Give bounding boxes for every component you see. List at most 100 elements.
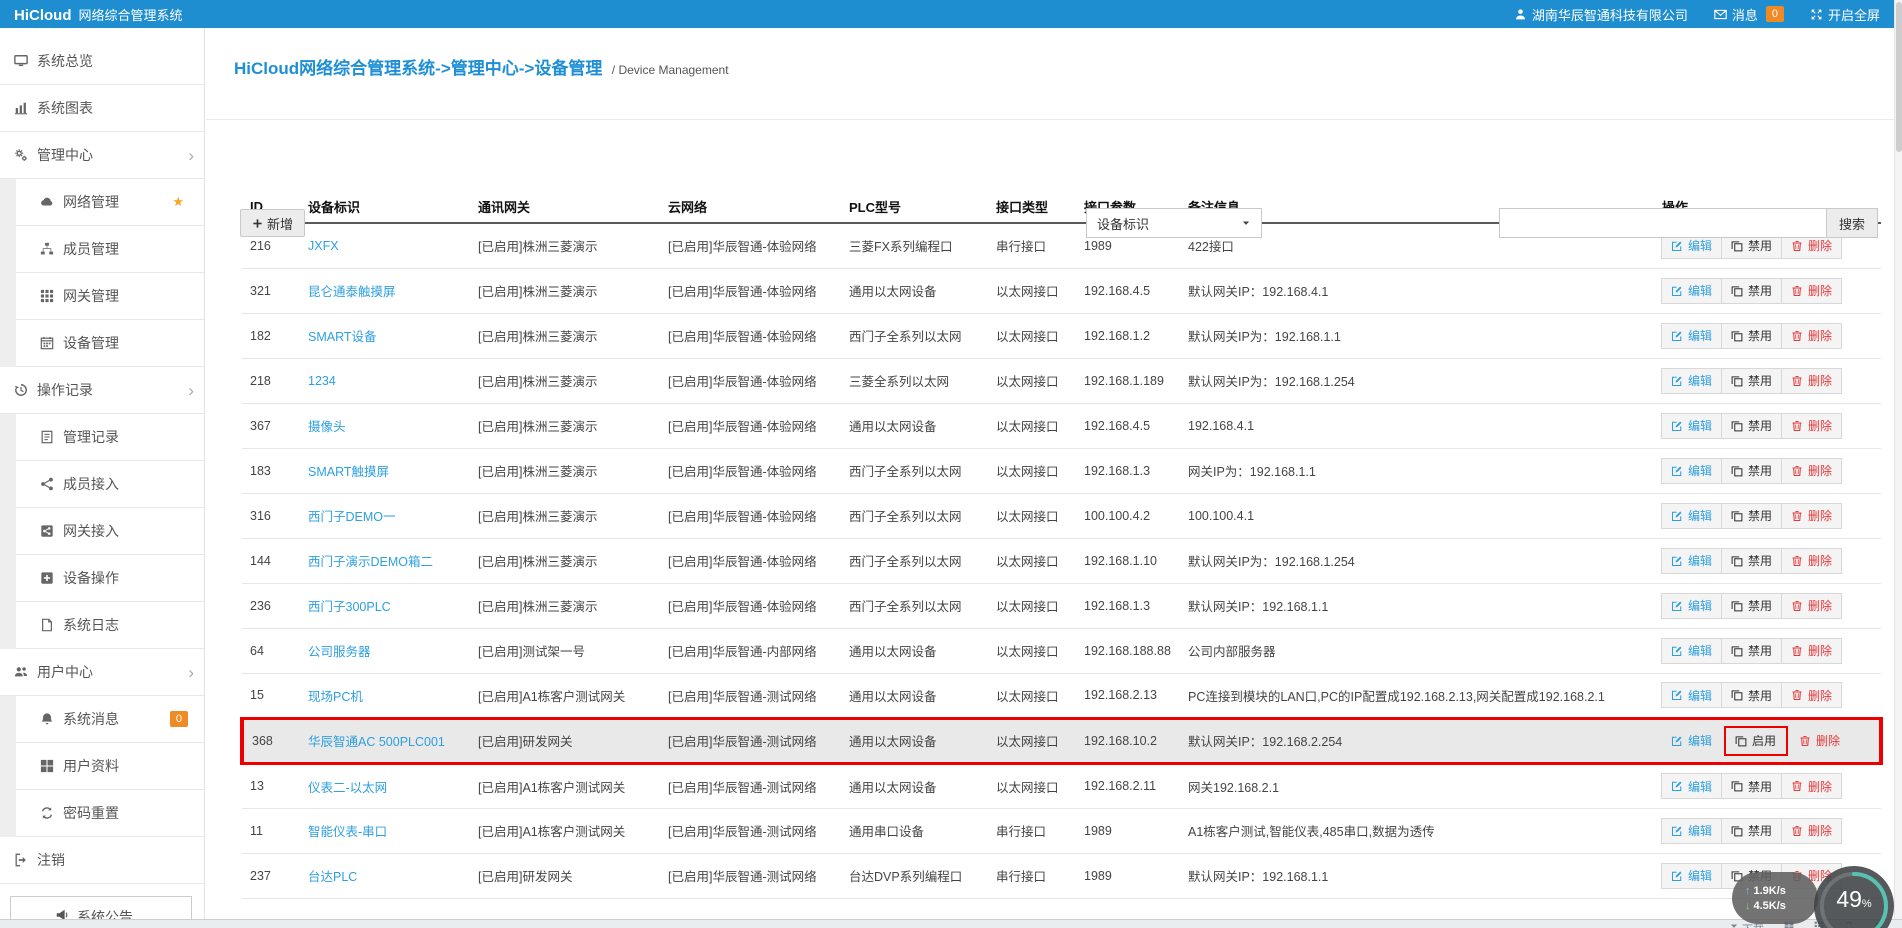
disable-button[interactable]: 禁用 — [1721, 773, 1782, 799]
sidebar-item-admin-center[interactable]: 管理中心› — [0, 132, 204, 179]
cell-cloud-network: [已启用]华辰智通-测试网络 — [660, 673, 841, 718]
sidebar-item-device-ops[interactable]: 设备操作 — [16, 555, 204, 602]
sidebar-item-device-mgmt[interactable]: 设备管理 — [16, 320, 204, 367]
messages-menu[interactable]: 消息 0 — [1714, 5, 1784, 24]
download-manager-item[interactable]: 下载 — [1729, 921, 1764, 928]
edit-button[interactable]: 编辑 — [1661, 548, 1722, 574]
sidebar-item-logout[interactable]: 注销 — [0, 837, 204, 884]
scrollbar-thumb[interactable] — [1896, 2, 1902, 152]
sidebar-item-system-logs[interactable]: 系统日志 — [16, 602, 204, 649]
cell-plc-model: 西门子全系列以太网 — [841, 448, 988, 493]
sidebar-menu: 系统总览系统图表管理中心›网络管理★成员管理网关管理设备管理操作记录›管理记录成… — [0, 28, 204, 884]
app-logo[interactable]: HiCloud 网络综合管理系统 — [14, 5, 183, 24]
delete-button[interactable]: 删除 — [1781, 682, 1842, 708]
sidebar-item-password-reset[interactable]: 密码重置 — [16, 790, 204, 837]
disable-button[interactable]: 禁用 — [1721, 503, 1782, 529]
edit-button[interactable]: 编辑 — [1661, 863, 1722, 889]
delete-button[interactable]: 删除 — [1781, 368, 1842, 394]
disable-button[interactable]: 禁用 — [1721, 458, 1782, 484]
device-name-link[interactable]: 西门子DEMO一 — [308, 510, 396, 524]
grid-tool-icon[interactable] — [1784, 921, 1794, 928]
vertical-scrollbar[interactable] — [1894, 0, 1902, 919]
delete-button[interactable]: 删除 — [1781, 323, 1842, 349]
device-name-link[interactable]: 西门子演示DEMO箱二 — [308, 555, 433, 569]
delete-button[interactable]: 删除 — [1781, 638, 1842, 664]
device-name-link[interactable]: 公司服务器 — [308, 645, 371, 659]
delete-button[interactable]: 删除 — [1781, 818, 1842, 844]
delete-button[interactable]: 删除 — [1781, 413, 1842, 439]
device-name-link[interactable]: 摄像头 — [308, 420, 346, 434]
sidebar-item-user-center[interactable]: 用户中心› — [0, 649, 204, 696]
edit-button[interactable]: 编辑 — [1661, 593, 1722, 619]
delete-button[interactable]: 删除 — [1781, 548, 1842, 574]
grid-icon — [40, 289, 54, 303]
enable-button[interactable]: 启用 — [1726, 728, 1785, 754]
disable-button[interactable]: 禁用 — [1721, 818, 1782, 844]
sidebar-item-gateway-access[interactable]: 网关接入 — [16, 508, 204, 555]
edit-button[interactable]: 编辑 — [1661, 458, 1722, 484]
device-name-link[interactable]: 1234 — [308, 374, 336, 388]
device-name-link[interactable]: 昆仑通泰触摸屏 — [308, 285, 396, 299]
delete-button[interactable]: 删除 — [1781, 593, 1842, 619]
device-name-link[interactable]: SMART触摸屏 — [308, 465, 389, 479]
delete-button[interactable]: 删除 — [1781, 458, 1842, 484]
disable-button[interactable]: 禁用 — [1721, 323, 1782, 349]
sidebar-item-label: 系统总览 — [37, 51, 93, 71]
device-name-link[interactable]: 现场PC机 — [308, 690, 363, 704]
device-name-link[interactable]: 台达PLC — [308, 870, 357, 884]
edit-button[interactable]: 编辑 — [1661, 503, 1722, 529]
disable-button[interactable]: 禁用 — [1721, 682, 1782, 708]
edit-button[interactable]: 编辑 — [1661, 773, 1722, 799]
edit-icon — [1671, 870, 1683, 882]
sidebar-item-admin-records[interactable]: 管理记录 — [16, 414, 204, 461]
delete-button[interactable]: 删除 — [1781, 278, 1842, 304]
edit-button[interactable]: 编辑 — [1661, 682, 1722, 708]
device-name-link[interactable]: SMART设备 — [308, 330, 377, 344]
sidebar-item-op-records[interactable]: 操作记录› — [0, 367, 204, 414]
add-device-button[interactable]: 新增 — [240, 209, 305, 237]
delete-button[interactable]: 删除 — [1781, 773, 1842, 799]
disable-button[interactable]: 禁用 — [1721, 593, 1782, 619]
progress-circle-widget[interactable]: 49 % — [1814, 866, 1894, 928]
disable-button[interactable]: 禁用 — [1721, 368, 1782, 394]
device-filter-select[interactable]: 设备标识 — [1086, 208, 1262, 238]
sidebar-item-network-mgmt[interactable]: 网络管理★ — [16, 179, 204, 226]
edit-button[interactable]: 编辑 — [1661, 413, 1722, 439]
cell-interface-param: 192.168.4.5 — [1076, 403, 1180, 448]
disable-button[interactable]: 禁用 — [1721, 548, 1782, 574]
sidebar-item-user-profile[interactable]: 用户资料 — [16, 743, 204, 790]
delete-button[interactable]: 删除 — [1781, 503, 1842, 529]
delete-button[interactable]: 删除 — [1789, 728, 1850, 754]
company-menu[interactable]: 湖南华辰智通科技有限公司 — [1514, 5, 1688, 24]
search-button[interactable]: 搜索 — [1826, 208, 1878, 238]
device-name-link[interactable]: 智能仪表-串口 — [308, 825, 387, 839]
sidebar-item-label: 成员接入 — [63, 474, 119, 494]
disable-button[interactable]: 禁用 — [1721, 863, 1782, 889]
sidebar-item-system-messages[interactable]: 系统消息0 — [16, 696, 204, 743]
device-name-link[interactable]: JXFX — [308, 239, 339, 253]
sidebar-item-member-access[interactable]: 成员接入 — [16, 461, 204, 508]
edit-button[interactable]: 编辑 — [1661, 818, 1722, 844]
edit-button[interactable]: 编辑 — [1661, 638, 1722, 664]
users-icon — [14, 665, 28, 679]
cell-cloud-network: [已启用]华辰智通-体验网络 — [660, 538, 841, 583]
fullscreen-toggle[interactable]: 开启全屏 — [1810, 5, 1880, 24]
device-name-link[interactable]: 西门子300PLC — [308, 600, 391, 614]
device-name-link[interactable]: 华辰智通AC 500PLC001 — [308, 735, 445, 749]
cell-actions: 编辑禁用删除 — [1654, 313, 1881, 358]
sidebar-item-member-mgmt[interactable]: 成员管理 — [16, 226, 204, 273]
edit-button[interactable]: 编辑 — [1661, 323, 1722, 349]
device-name-link[interactable]: 仪表二-以太网 — [308, 781, 387, 795]
edit-button[interactable]: 编辑 — [1661, 278, 1722, 304]
sidebar-item-system-overview[interactable]: 系统总览 — [0, 38, 204, 85]
search-input[interactable] — [1499, 208, 1826, 238]
disable-button[interactable]: 禁用 — [1721, 638, 1782, 664]
disable-button[interactable]: 禁用 — [1721, 278, 1782, 304]
sidebar-item-gateway-mgmt[interactable]: 网关管理 — [16, 273, 204, 320]
sidebar-item-system-charts[interactable]: 系统图表 — [0, 85, 204, 132]
action-button-group: 编辑禁用删除 — [1662, 413, 1842, 439]
edit-button[interactable]: 编辑 — [1661, 368, 1722, 394]
disable-button[interactable]: 禁用 — [1721, 413, 1782, 439]
edit-button[interactable]: 编辑 — [1661, 728, 1722, 754]
cell-interface-type: 以太网接口 — [988, 718, 1076, 763]
